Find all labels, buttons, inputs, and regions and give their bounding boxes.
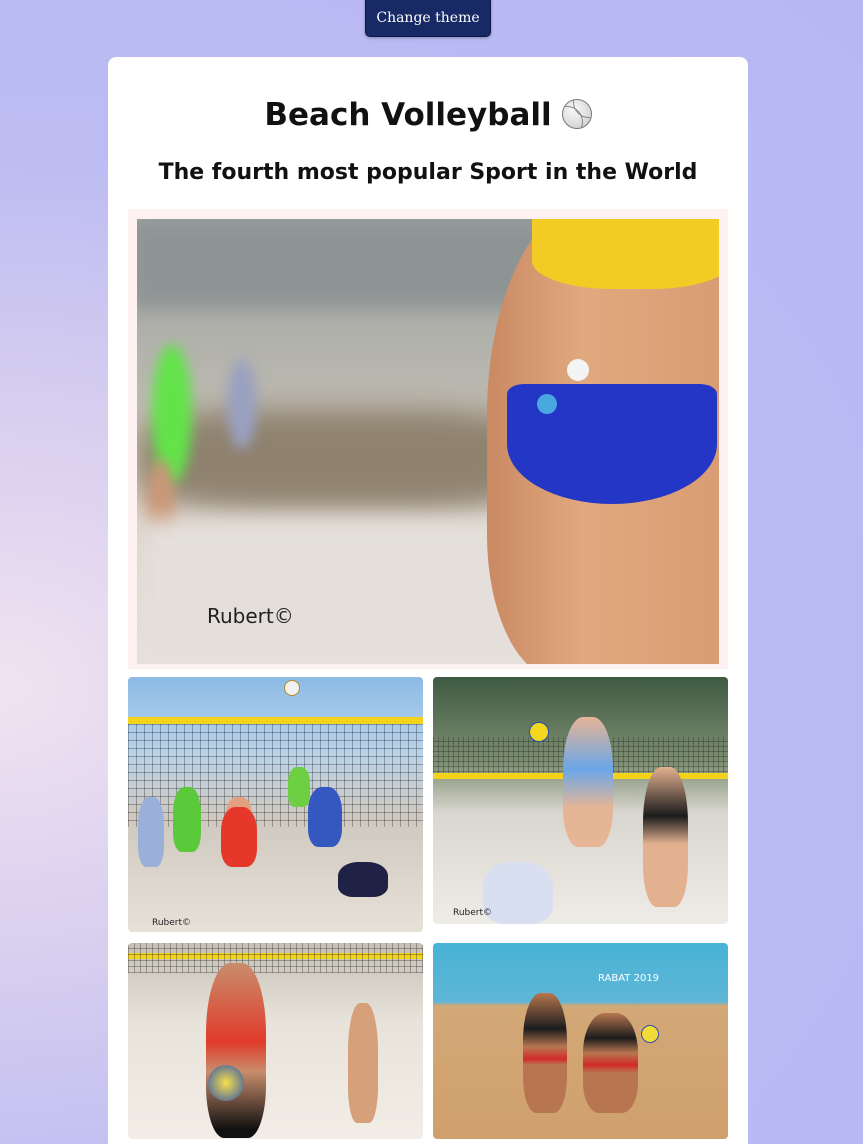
thumb2-watermark: Rubert© <box>453 908 493 918</box>
change-theme-button[interactable]: Change theme <box>365 0 491 37</box>
gallery-image-4[interactable]: RABAT 2019 <box>433 943 728 1139</box>
volleyball-icon <box>561 99 592 129</box>
gallery-image-3[interactable] <box>128 943 423 1139</box>
hero-image[interactable]: Rubert© <box>137 219 719 664</box>
gallery-image-1[interactable]: Rubert© <box>128 677 423 932</box>
hero-image-frame: Rubert© <box>128 209 728 669</box>
page-subtitle: The fourth most popular Sport in the Wor… <box>158 160 698 185</box>
page-title: Beach Volleyball <box>108 97 748 133</box>
content-card: Beach Volleyball The fourth most popular… <box>108 57 748 1144</box>
thumb4-banner-text: RABAT 2019 <box>598 973 660 984</box>
hero-watermark: Rubert© <box>207 604 294 628</box>
thumb1-watermark: Rubert© <box>152 918 192 928</box>
page-title-text: Beach Volleyball <box>264 97 552 133</box>
gallery-image-2[interactable]: Rubert© <box>433 677 728 924</box>
